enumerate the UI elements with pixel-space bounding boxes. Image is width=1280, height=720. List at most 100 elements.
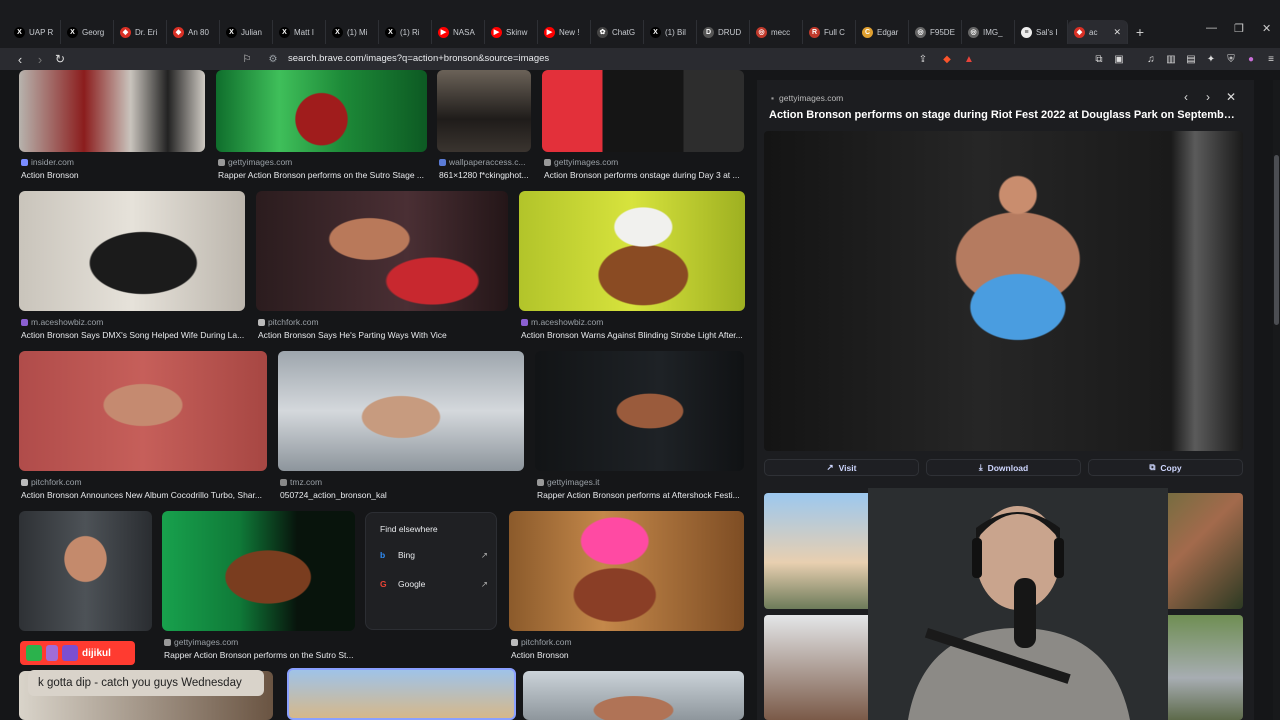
- brave-rewards-icon[interactable]: ▲: [962, 52, 976, 66]
- result-source[interactable]: tmz.com: [280, 477, 322, 487]
- result-image[interactable]: [437, 70, 531, 152]
- brave-shields-icon[interactable]: ◆: [940, 52, 954, 66]
- result-source[interactable]: pitchfork.com: [511, 637, 572, 647]
- visit-button[interactable]: ↗ Visit: [764, 459, 919, 476]
- close-preview-icon[interactable]: ✕: [1226, 90, 1236, 104]
- tab-14[interactable]: ◎ mecc: [750, 20, 803, 44]
- result-image[interactable]: [523, 671, 744, 720]
- tab-18[interactable]: ◎ IMG_: [962, 20, 1015, 44]
- result-image[interactable]: [509, 511, 744, 631]
- result-caption[interactable]: 050724_action_bronson_kal: [280, 490, 520, 500]
- next-icon[interactable]: ›: [1206, 90, 1210, 104]
- result-caption[interactable]: Action Bronson Says He's Parting Ways Wi…: [258, 330, 508, 340]
- tab-9[interactable]: ▶ Skinw: [485, 20, 538, 44]
- copy-button[interactable]: ⧉ Copy: [1088, 459, 1243, 476]
- result-caption[interactable]: Rapper Action Bronson performs at Afters…: [537, 490, 744, 500]
- screenshot-icon[interactable]: ▣: [1112, 52, 1126, 66]
- result-source[interactable]: gettyimages.com: [218, 157, 292, 167]
- preview-title[interactable]: Action Bronson performs on stage during …: [769, 109, 1239, 121]
- share-icon[interactable]: ⇪: [916, 52, 930, 66]
- result-caption[interactable]: Action Bronson performs onstage during D…: [544, 170, 744, 180]
- result-image[interactable]: [19, 191, 245, 311]
- result-image[interactable]: [256, 191, 508, 311]
- page-scrollbar[interactable]: [1273, 80, 1280, 720]
- restore-icon[interactable]: ❐: [1234, 22, 1244, 35]
- result-image[interactable]: [542, 70, 744, 152]
- result-caption[interactable]: 861×1280 f*ckingphot...: [439, 170, 534, 180]
- tab-6[interactable]: X (1) Mi: [326, 20, 379, 44]
- tab-17[interactable]: ◎ F95DE: [909, 20, 962, 44]
- brave-icon: ◆: [173, 26, 184, 38]
- sidebar-icon[interactable]: ▥: [1164, 52, 1178, 66]
- result-source[interactable]: wallpaperaccess.c...: [439, 157, 526, 167]
- tab-12[interactable]: X (1) Bil: [644, 20, 697, 44]
- result-caption[interactable]: Action Bronson: [21, 170, 201, 180]
- result-caption[interactable]: Action Bronson Warns Against Blinding St…: [521, 330, 745, 340]
- tab-19[interactable]: ≡ Sal's I: [1015, 20, 1068, 44]
- related-image[interactable]: [764, 615, 880, 720]
- tab-8[interactable]: ▶ NASA: [432, 20, 485, 44]
- previous-icon[interactable]: ‹: [1184, 90, 1188, 104]
- result-image[interactable]: [19, 511, 152, 631]
- tab-10[interactable]: ▶ New !: [538, 20, 591, 44]
- subscriber-badge-icon: [62, 645, 78, 661]
- result-caption[interactable]: Action Bronson: [511, 650, 741, 660]
- result-source[interactable]: m.aceshowbiz.com: [521, 317, 603, 327]
- minimize-icon[interactable]: —: [1206, 22, 1217, 34]
- tab-1[interactable]: X Georg: [61, 20, 114, 44]
- result-image[interactable]: [216, 70, 427, 152]
- tab-20[interactable]: ◆ ac ✕: [1068, 20, 1128, 44]
- result-source[interactable]: insider.com: [21, 157, 74, 167]
- tab-5[interactable]: X Matt I: [273, 20, 326, 44]
- preview-source[interactable]: ▪ gettyimages.com: [771, 93, 843, 103]
- tab-16[interactable]: C Edgar: [856, 20, 909, 44]
- site-settings-icon[interactable]: ⚙: [266, 52, 280, 66]
- tab-3[interactable]: ◆ An 80: [167, 20, 220, 44]
- result-image[interactable]: [519, 191, 745, 311]
- media-icon[interactable]: ♫: [1144, 52, 1158, 66]
- result-source[interactable]: m.aceshowbiz.com: [21, 317, 103, 327]
- find-google-link[interactable]: G Google ↗: [380, 577, 488, 591]
- wallet-icon[interactable]: ▤: [1184, 52, 1198, 66]
- close-tab-icon[interactable]: ✕: [1113, 27, 1121, 38]
- bookmark-icon[interactable]: ⚐: [240, 52, 254, 66]
- tab-13[interactable]: D DRUD: [697, 20, 750, 44]
- back-icon[interactable]: ‹: [10, 52, 30, 67]
- result-image[interactable]: [162, 511, 355, 631]
- preview-image[interactable]: [764, 131, 1243, 451]
- leo-icon[interactable]: ✦: [1204, 52, 1218, 66]
- result-source[interactable]: gettyimages.com: [544, 157, 618, 167]
- result-image[interactable]: [278, 351, 524, 471]
- tab-2[interactable]: ◆ Dr. Eri: [114, 20, 167, 44]
- reload-icon[interactable]: ↻: [50, 52, 70, 66]
- result-caption[interactable]: Rapper Action Bronson performs on the Su…: [164, 650, 354, 660]
- related-image[interactable]: [764, 493, 880, 609]
- tab-11[interactable]: ✿ ChatG: [591, 20, 644, 44]
- result-caption[interactable]: Action Bronson Announces New Album Cocod…: [21, 490, 266, 500]
- result-caption[interactable]: Rapper Action Bronson performs on the Su…: [218, 170, 428, 180]
- find-bing-link[interactable]: b Bing ↗: [380, 548, 488, 562]
- tab-15[interactable]: R Full C: [803, 20, 856, 44]
- profile-icon[interactable]: ●: [1244, 52, 1258, 66]
- vpn-icon[interactable]: ⛨: [1224, 52, 1238, 66]
- tab-7[interactable]: X (1) Ri: [379, 20, 432, 44]
- menu-icon[interactable]: ≡: [1264, 52, 1278, 66]
- result-source[interactable]: gettyimages.com: [164, 637, 238, 647]
- result-image[interactable]: [535, 351, 744, 471]
- tab-4[interactable]: X Julian: [220, 20, 273, 44]
- forward-icon[interactable]: ›: [30, 52, 50, 67]
- tab-0[interactable]: X UAP R: [8, 20, 61, 44]
- result-source[interactable]: gettyimages.it: [537, 477, 599, 487]
- result-caption[interactable]: Action Bronson Says DMX's Song Helped Wi…: [21, 330, 245, 340]
- result-image-selected[interactable]: [287, 668, 516, 720]
- extensions-icon[interactable]: ⧉: [1092, 52, 1106, 66]
- url-field[interactable]: search.brave.com/images?q=action+bronson…: [288, 48, 549, 70]
- result-source[interactable]: pitchfork.com: [258, 317, 319, 327]
- download-button[interactable]: ⤓ Download: [926, 459, 1081, 476]
- result-source[interactable]: pitchfork.com: [21, 477, 82, 487]
- result-image[interactable]: [19, 351, 267, 471]
- new-tab-button[interactable]: +: [1128, 20, 1152, 44]
- result-image[interactable]: [19, 70, 205, 152]
- close-window-icon[interactable]: ✕: [1262, 22, 1271, 35]
- scrollbar-thumb[interactable]: [1274, 155, 1279, 325]
